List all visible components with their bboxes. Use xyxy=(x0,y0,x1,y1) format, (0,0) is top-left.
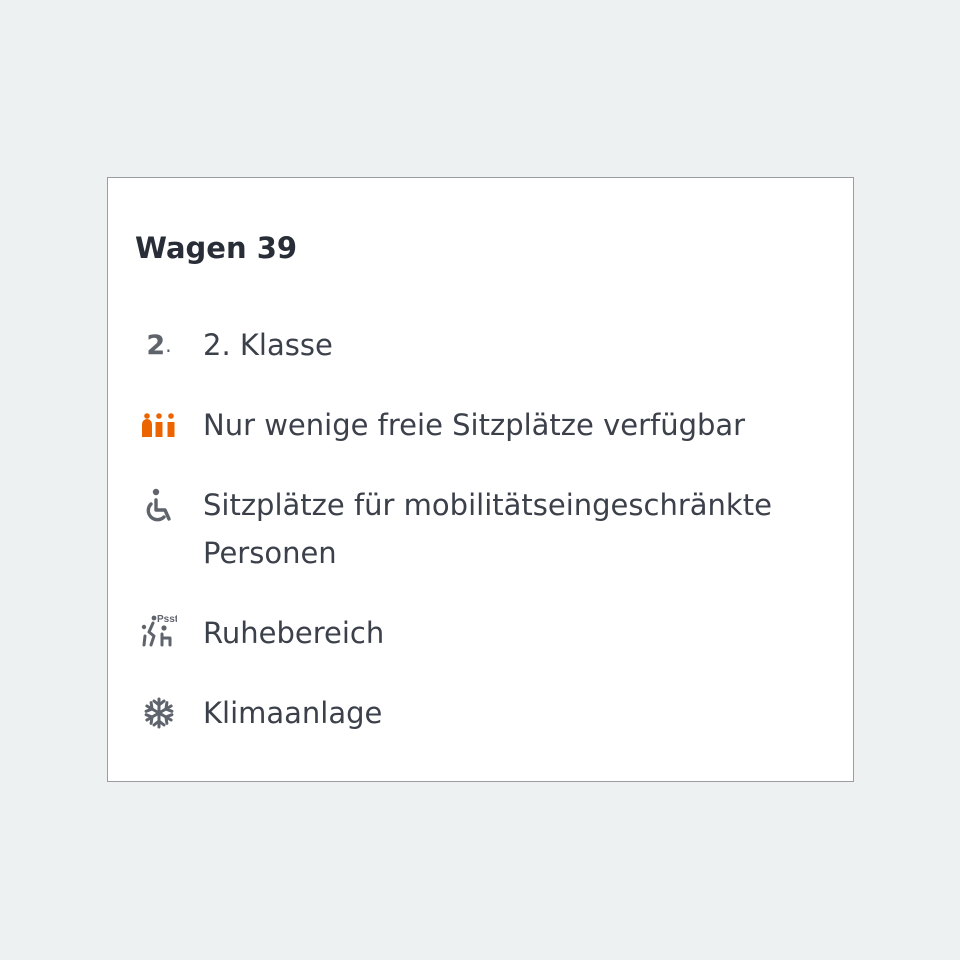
feature-label-air-conditioning: Klimaanlage xyxy=(203,696,383,730)
occupancy-high-icon xyxy=(141,407,177,443)
quiet-zone-icon: Psst xyxy=(141,613,177,649)
feature-label-class: 2. Klasse xyxy=(203,328,333,362)
feature-label-quiet-zone: Ruhebereich xyxy=(203,616,385,650)
coach-title: Wagen 39 xyxy=(135,231,298,265)
feature-label-accessibility: Sitzplätze für mobilitätseingeschränkte … xyxy=(203,488,772,570)
svg-text:Psst: Psst xyxy=(157,614,177,625)
second-class-icon: 2. xyxy=(146,329,172,361)
snowflake-icon xyxy=(141,695,177,731)
wheelchair-icon xyxy=(141,487,177,523)
feature-label-occupancy: Nur wenige freie Sitzplätze verfügbar xyxy=(203,408,746,442)
coach-info-card: Wagen 39 2. 2. Klasse Nur wenige freie S… xyxy=(107,177,854,782)
